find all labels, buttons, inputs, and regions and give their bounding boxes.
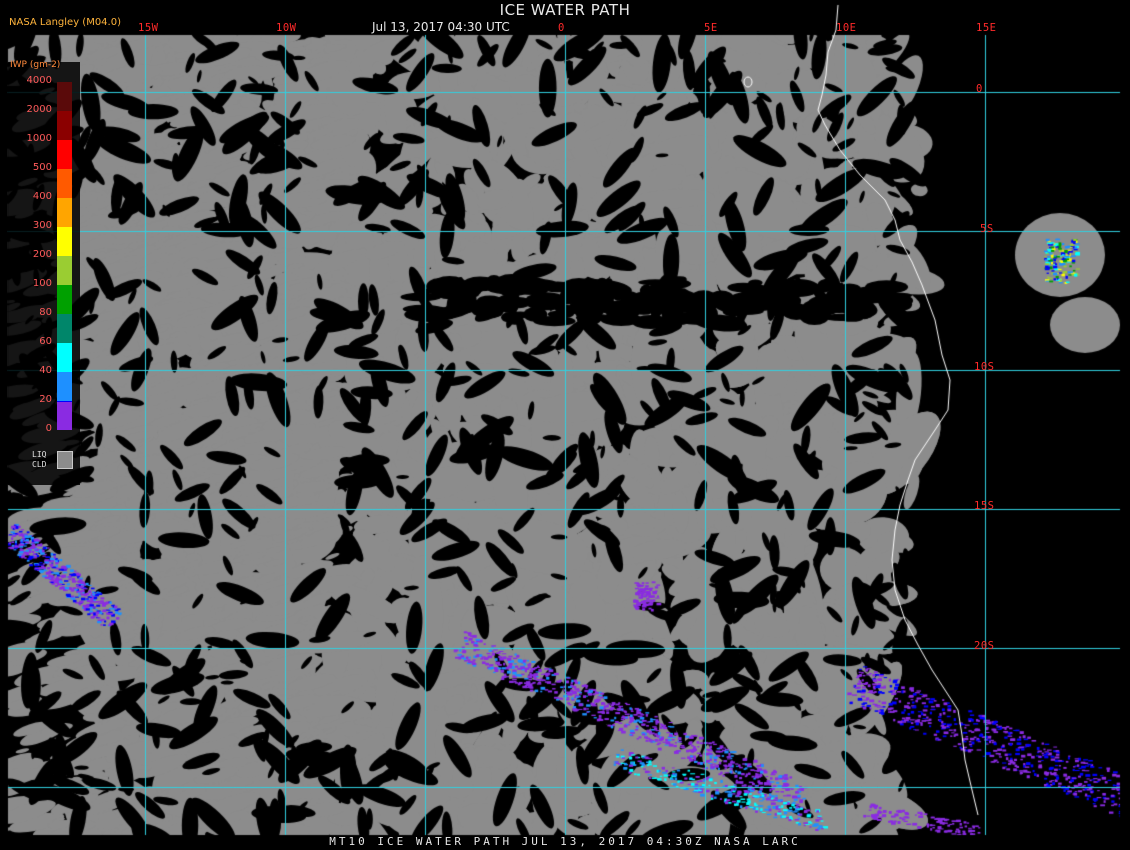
legend-swatch-4000: [57, 82, 72, 111]
lon-label-0: 0: [558, 22, 565, 34]
map-title: ICE WATER PATH: [499, 1, 631, 19]
legend-swatch-2000: [57, 111, 72, 140]
lon-label-10w: 10W: [276, 22, 297, 34]
legend-cld-label: CLD: [32, 460, 47, 469]
legend-label: 4000: [26, 75, 52, 86]
legend-swatch-liquid-cloud: [57, 451, 73, 469]
legend-swatch-0: [57, 402, 72, 430]
satellite-map[interactable]: [0, 0, 1130, 850]
map-timestamp: Jul 13, 2017 04:30 UTC: [372, 20, 510, 34]
legend-swatch-40: [57, 372, 72, 401]
legend-label: 100: [32, 278, 52, 289]
legend-swatch-100: [57, 285, 72, 314]
legend-label: 300: [32, 220, 52, 231]
legend-label: 40: [39, 365, 52, 376]
legend-label: 2000: [26, 104, 52, 115]
lat-label-0: 0: [976, 83, 983, 95]
legend-swatch-400: [57, 198, 72, 227]
lat-label-10s: 10S: [974, 361, 995, 373]
lat-label-20s: 20S: [974, 640, 995, 652]
lon-label-15w: 15W: [138, 22, 159, 34]
color-legend: IWP (gm-2) 4000 2000 1000 500 400 300 20…: [8, 60, 80, 485]
legend-swatch-80: [57, 314, 72, 343]
lon-label-10e: 10E: [836, 22, 857, 34]
legend-label: 0: [45, 423, 52, 434]
lat-label-15s: 15S: [974, 500, 995, 512]
legend-label: 200: [32, 249, 52, 260]
legend-title: IWP (gm-2): [10, 60, 61, 70]
legend-label: 60: [39, 336, 52, 347]
legend-swatch-300: [57, 227, 72, 256]
legend-swatch-500: [57, 169, 72, 198]
legend-swatch-200: [57, 256, 72, 285]
lat-label-5s: 5S: [980, 223, 994, 235]
lon-label-15e: 15E: [976, 22, 997, 34]
map-footer: MT10 ICE WATER PATH JUL 13, 2017 04:30Z …: [329, 835, 801, 848]
legend-label: 400: [32, 191, 52, 202]
legend-swatch-1000: [57, 140, 72, 169]
lon-label-5e: 5E: [704, 22, 718, 34]
legend-liq-label: LIQ: [32, 450, 47, 459]
source-label: NASA Langley (M04.0): [9, 17, 121, 28]
legend-swatch-60: [57, 343, 72, 372]
legend-label: 80: [39, 307, 52, 318]
legend-label: 500: [32, 162, 52, 173]
legend-label: 1000: [26, 133, 52, 144]
legend-label: 20: [39, 394, 52, 405]
